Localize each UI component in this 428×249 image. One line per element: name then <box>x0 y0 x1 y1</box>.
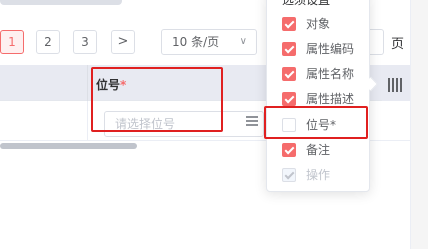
column-option-label: 属性描述 <box>306 92 355 106</box>
row-divider <box>87 101 88 141</box>
chevron-down-icon: ∨ <box>239 36 247 47</box>
column-option-label: 属性名称 <box>306 67 355 81</box>
page-button-3[interactable]: 3 <box>73 30 97 54</box>
vertical-scrollbar[interactable] <box>410 0 428 249</box>
column-option-label: 属性编码 <box>306 42 355 56</box>
top-scrollbar-thumb[interactable] <box>0 0 122 5</box>
horizontal-scrollbar-thumb[interactable] <box>0 143 137 149</box>
header-divider <box>87 65 88 101</box>
page-size-value: 10 条/页 <box>172 35 220 49</box>
checkbox-checked[interactable] <box>282 42 296 56</box>
highlight-box-option <box>264 106 368 139</box>
list-icon[interactable] <box>246 116 258 126</box>
highlight-box-column <box>91 67 223 132</box>
column-option-label: 操作 <box>306 168 331 182</box>
column-option-label: 对象 <box>306 17 331 31</box>
checkbox-checked[interactable] <box>282 17 296 31</box>
page-button-2[interactable]: 2 <box>36 30 60 54</box>
dropdown-title: 选须设直 <box>282 0 331 7</box>
page-size-select[interactable]: 10 条/页 ∨ <box>161 29 257 55</box>
next-page-button[interactable]: > <box>111 30 135 54</box>
chevron-right-icon: > <box>117 34 129 49</box>
column-settings-icon[interactable] <box>388 78 402 92</box>
checkbox-checked[interactable] <box>282 143 296 157</box>
page-button-1[interactable]: 1 <box>0 30 24 54</box>
checkbox-checked[interactable] <box>282 92 296 106</box>
page-suffix-label: 页 <box>391 37 405 52</box>
checkbox-disabled <box>282 168 296 182</box>
column-option-label: 备注 <box>306 143 331 157</box>
checkbox-checked[interactable] <box>282 67 296 81</box>
